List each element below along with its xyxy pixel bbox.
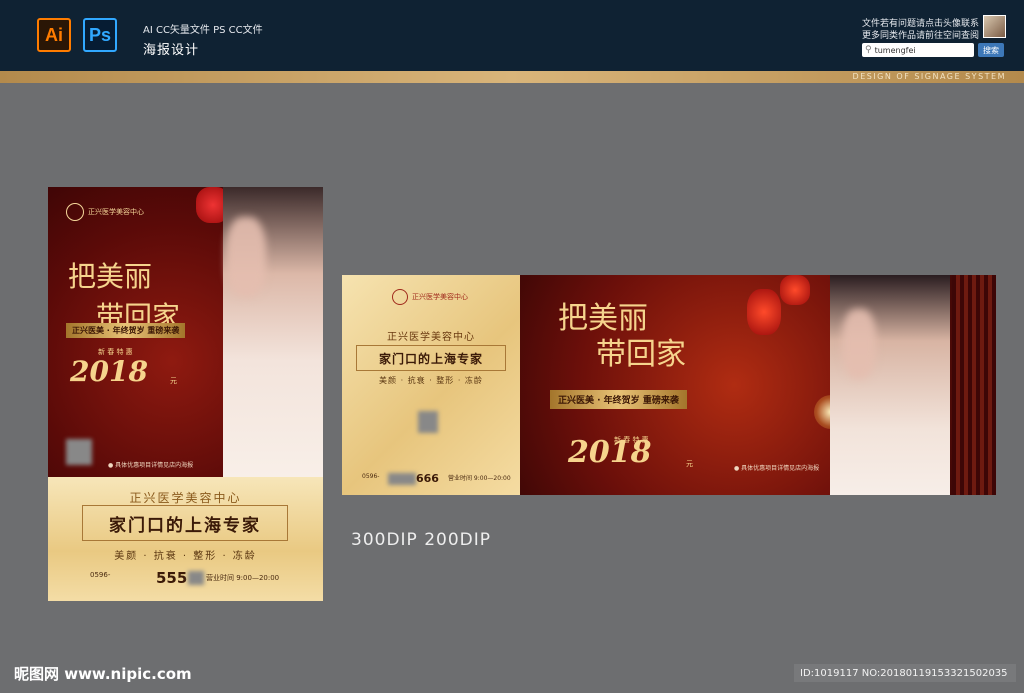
logo-mark-icon	[392, 289, 408, 305]
search-icon: ⚲	[865, 45, 872, 55]
blurred-face	[842, 309, 876, 379]
title-line-2: 带回家	[596, 337, 686, 372]
phone-number: 666	[416, 472, 439, 485]
photoshop-icon: Ps	[83, 18, 117, 52]
site-header: Ai Ps AI CC矢量文件 PS CC文件 海报设计 文件若有问题请点击头像…	[0, 0, 1024, 71]
phone-icon: 0596-	[362, 473, 380, 480]
center-name: 正兴医学美容中心	[129, 491, 242, 505]
image-id-label: ID:1019117 NO:20180119153321502035	[794, 664, 1016, 682]
blurred-digits	[188, 571, 204, 585]
promo-year: 2018	[568, 435, 652, 470]
poster-slogan: 正兴医美 · 年终贺岁 重磅来袭	[550, 390, 687, 409]
horizontal-poster: 正兴医学美容中心 正兴医学美容中心 家门口的上海专家 美颜 · 抗衰 · 整形 …	[342, 275, 996, 495]
qr-code	[66, 439, 92, 465]
site-watermark: 昵图网 www.nipic.com	[14, 665, 192, 683]
blurred-face	[226, 217, 266, 297]
search-button[interactable]: 搜索	[978, 43, 1004, 57]
author-avatar[interactable]	[983, 15, 1006, 38]
center-name: 正兴医学美容中心	[387, 332, 475, 343]
phone-number: 555	[156, 569, 188, 587]
services-line: 美颜 · 抗衰 · 整形 · 冻龄	[114, 551, 257, 562]
logo-mark-icon	[66, 203, 84, 221]
illustrator-icon: Ai	[37, 18, 71, 52]
poster-slogan: 正兴医美 · 年终贺岁 重磅来袭	[66, 323, 186, 338]
poster-logo: 正兴医学美容中心	[392, 289, 468, 305]
logo-text: 正兴医学美容中心	[412, 293, 468, 301]
vertical-poster: 正兴医学美容中心 把美丽 带回家 正兴医美 · 年终贺岁 重磅来袭 新 春 特 …	[48, 187, 323, 601]
business-hours: 营业时间 9:00—20:00	[448, 475, 511, 482]
headline-box: 家门口的上海专家	[356, 345, 506, 371]
category-label: 海报设计	[143, 43, 200, 58]
lantern-icon	[747, 289, 781, 335]
title-line-1: 把美丽	[558, 301, 648, 336]
yuan-label: 元	[170, 377, 177, 385]
model-photo	[830, 275, 950, 495]
business-hours: 营业时间 9:00—20:00	[206, 574, 280, 582]
poster-note: ● 具体优惠项目详情见店内海报	[734, 465, 820, 472]
poster-title: 把美丽 带回家	[558, 301, 686, 373]
search-input[interactable]: ⚲ tumengfei	[862, 43, 974, 57]
blurred-digits	[388, 473, 416, 485]
services-line: 美颜 · 抗衰 · 整形 · 冻龄	[379, 376, 483, 385]
poster-note: ● 具体优惠项目详情见店内海报	[108, 462, 194, 469]
phone-icon: 0596-	[90, 571, 111, 579]
yuan-label: 元	[686, 460, 693, 468]
dimensions-label: 300DIP 200DIP	[351, 530, 492, 550]
lantern-icon	[780, 275, 810, 305]
search-input-value: tumengfei	[874, 45, 916, 55]
qr-code	[418, 411, 438, 433]
help-text-more: 更多同类作品请前往空间查阅	[862, 31, 980, 41]
promo-year: 2018	[70, 355, 148, 388]
poster-logo: 正兴医学美容中心	[66, 203, 144, 221]
logo-text: 正兴医学美容中心	[88, 208, 144, 216]
headline-box: 家门口的上海专家	[82, 505, 288, 541]
file-types-label: AI CC矢量文件 PS CC文件	[143, 25, 263, 36]
strip-caption: DESIGN OF SIGNAGE SYSTEM	[852, 72, 1006, 81]
lattice-screen	[952, 275, 996, 495]
title-line-1: 把美丽	[68, 260, 153, 293]
